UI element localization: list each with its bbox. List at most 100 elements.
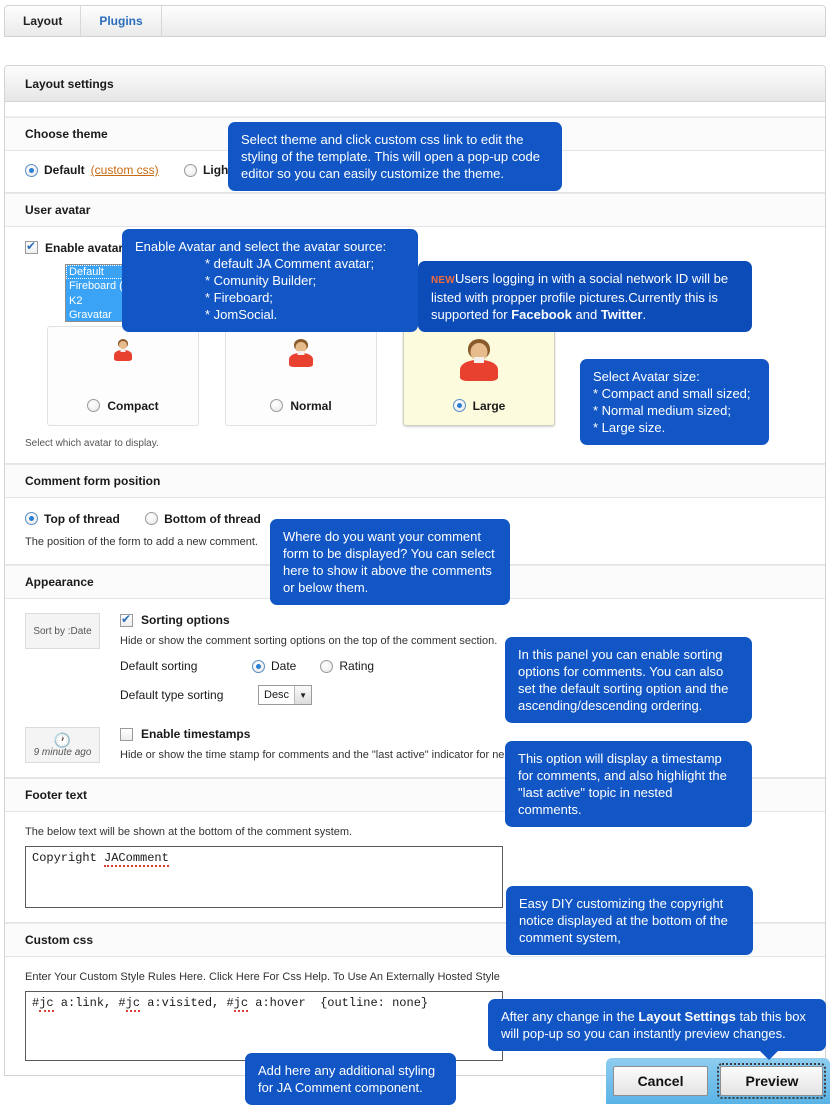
custom-css-link[interactable]: (custom css) [91,163,159,177]
avatar-card-compact[interactable]: Compact [47,325,199,426]
tooltip-avatar-source-line2: * default JA Comment avatar; [205,256,375,271]
default-type-sorting-label: Default type sorting [120,688,224,702]
default-sorting-rating-radio[interactable] [320,659,334,673]
footer-text-hint: The below text will be shown at the bott… [25,826,353,838]
cancel-button[interactable]: Cancel [612,1066,709,1096]
theme-default-radio[interactable] [25,163,38,177]
form-position-top-radio[interactable] [25,512,38,525]
tooltip-theme-text: Select theme and click custom css link t… [241,132,540,181]
footer-text-value-prefix: Copyright [32,851,105,865]
custom-css-code-jc-2: jc [125,996,141,1012]
custom-css-code-jc-1: jc [39,996,54,1012]
footer-text-value-word: JAComment [104,851,169,867]
custom-css-code-hash-2: # [118,996,126,1010]
tooltip-sorting-text: In this panel you can enable sorting opt… [518,647,729,713]
enable-timestamps-row[interactable]: Enable timestamps [120,727,805,741]
theme-light-option[interactable]: Light [184,163,232,177]
tooltip-social-text-2: and [571,307,601,322]
enable-timestamps-checkbox[interactable] [120,727,133,741]
footer-text-textarea[interactable]: Copyright JAComment [25,846,503,908]
tooltip-avatar-source-line4: * Fireboard; [205,290,273,305]
custom-css-code-c: a:visited, [140,996,227,1010]
tooltip-preview: After any change in the Layout Settings … [488,999,826,1060]
tooltip-avatar-source-line3: * Comunity Builder; [205,273,317,288]
sort-preview-label: Sort by :Date [33,625,92,637]
theme-default-label: Default [44,163,85,177]
theme-light-radio[interactable] [184,163,198,177]
section-custom-css-title: Custom css [25,933,94,947]
sorting-options-row[interactable]: Sorting options [120,612,805,627]
preview-button[interactable]: Preview [717,1063,827,1099]
avatar-card-large[interactable]: Large [403,325,555,426]
tooltip-social-network: NEWUsers logging in with a social networ… [418,261,752,332]
tab-plugins[interactable]: Plugins [81,6,162,36]
section-form-position-title: Comment form position [25,473,161,488]
tooltip-footer-text-text: Easy DIY customizing the copyright notic… [519,896,728,945]
tooltip-form-position-text: Where do you want your comment form to b… [283,529,495,595]
custom-css-code-d: a:hover {outline: none} [248,996,429,1010]
tooltip-preview-bold: Layout Settings [638,1009,736,1024]
avatar-card-large-caption[interactable]: Large [452,399,505,413]
tooltip-custom-css-text: Add here any additional styling for JA C… [258,1063,436,1095]
tooltip-avatar-size-line2: * Compact and small sized; [593,386,751,401]
avatar-icon-large [458,338,500,381]
custom-css-textarea[interactable]: #jc a:link, #jc a:visited, #jc a:hover {… [25,991,503,1061]
avatar-compact-label: Compact [107,398,159,413]
section-theme-title: Choose theme [25,127,108,141]
custom-css-hint: Enter Your Custom Style Rules Here. Clic… [25,971,500,983]
default-sorting-rating-label: Rating [339,659,375,673]
tooltip-social-text-3: . [642,307,647,322]
sorting-options-checkbox[interactable] [120,612,133,627]
tab-bar: Layout Plugins [4,5,826,37]
sort-preview-thumb: Sort by :Date [25,613,100,649]
avatar-compact-radio[interactable] [87,399,101,412]
form-position-bottom-option[interactable]: Bottom of thread [145,512,261,526]
tooltip-preview-text-1: After any change in the [501,1009,639,1024]
enable-avatar-checkbox[interactable] [25,239,38,254]
custom-css-code-hash-3: # [226,996,234,1010]
section-footer-text-title: Footer text [25,788,88,802]
default-type-sorting-value: Desc [264,689,290,701]
default-sorting-rating-option[interactable]: Rating [320,659,374,673]
default-type-sorting-select[interactable]: Desc ▼ [258,685,313,705]
form-position-top-label: Top of thread [44,511,120,526]
sorting-options-label: Sorting options [141,613,230,627]
default-sorting-date-label: Date [271,659,297,673]
avatar-normal-radio[interactable] [270,399,284,412]
section-form-position-heading: Comment form position [5,463,825,498]
chevron-down-icon[interactable]: ▼ [294,686,312,704]
avatar-icon-normal [287,338,315,367]
timestamp-preview-label: 9 minute ago [33,746,92,758]
enable-avatar-label: Enable avatar [45,240,124,255]
tooltip-avatar-source-line5: * JomSocial. [205,307,278,322]
avatar-large-radio[interactable] [452,399,466,412]
tooltip-avatar-size-line1: Select Avatar size: [593,369,700,384]
default-sorting-label: Default sorting [120,659,198,673]
avatar-card-normal[interactable]: Normal [225,325,377,426]
form-position-bottom-radio[interactable] [145,512,159,525]
section-appearance-title: Appearance [25,575,94,589]
avatar-card-normal-caption[interactable]: Normal [270,399,332,413]
tooltip-custom-css: Add here any additional styling for JA C… [245,1053,456,1105]
timestamp-preview-thumb: 🕐 9 minute ago [25,727,100,763]
form-position-bottom-label: Bottom of thread [164,511,261,526]
tooltip-avatar-source: Enable Avatar and select the avatar sour… [122,229,418,332]
tooltip-timestamps-text: This option will display a timestamp for… [518,751,727,817]
form-position-top-option[interactable]: Top of thread [25,512,120,526]
tooltip-avatar-size-line4: * Large size. [593,420,666,435]
avatar-card-compact-caption[interactable]: Compact [87,398,159,413]
tooltip-pointer-icon [759,1050,779,1060]
section-avatar-title: User avatar [25,202,91,217]
custom-css-code-b: a:link, [53,996,119,1010]
panel-spacer [5,102,825,117]
tooltip-form-position: Where do you want your comment form to b… [270,519,510,605]
theme-default-option[interactable]: Default (custom css) [25,163,159,177]
tab-layout-label: Layout [23,14,63,28]
tooltip-new-badge: NEW [431,275,455,286]
tooltip-sorting: In this panel you can enable sorting opt… [505,637,752,723]
tab-layout[interactable]: Layout [5,6,82,36]
enable-timestamps-label: Enable timestamps [141,727,251,741]
default-sorting-date-radio[interactable] [252,659,265,673]
tooltip-social-twitter: Twitter [600,307,643,322]
default-sorting-date-option[interactable]: Date [252,659,296,673]
